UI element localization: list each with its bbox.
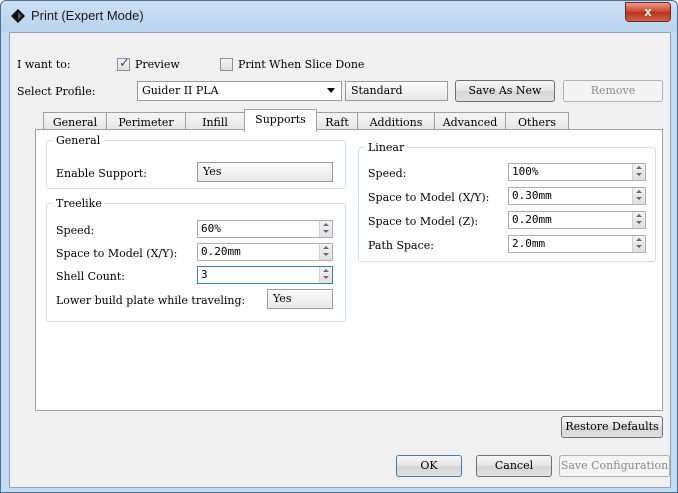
dialog-body: I want to: Preview Print When Slice Done… (9, 32, 671, 488)
linear-speed-input[interactable]: 100% (508, 163, 646, 181)
linear-space-xy-input[interactable]: 0.30mm (508, 187, 646, 205)
spin-arrows-icon[interactable] (632, 236, 645, 252)
treelike-speed-label: Speed: (56, 224, 95, 237)
linear-space-z-value: 0.20mm (512, 213, 552, 226)
tab-supports[interactable]: Supports (244, 109, 317, 132)
want-label: I want to: (17, 58, 71, 71)
print-when-done-label: Print When Slice Done (238, 58, 365, 71)
profile-select[interactable]: Guider II PLA (137, 81, 342, 101)
cancel-button[interactable]: Cancel (476, 455, 552, 477)
supports-tab-panel: General Enable Support: Yes Treelike Spe… (35, 129, 663, 411)
treelike-space-xy-value: 0.20mm (201, 245, 241, 258)
chevron-down-icon (327, 88, 335, 93)
linear-speed-value: 100% (512, 165, 539, 178)
path-space-input[interactable]: 2.0mm (508, 235, 646, 253)
select-profile-label: Select Profile: (17, 85, 96, 98)
enable-support-value: Yes (203, 165, 222, 178)
treelike-space-xy-input[interactable]: 0.20mm (197, 243, 333, 261)
enable-support-select[interactable]: Yes (197, 162, 333, 182)
shell-count-input[interactable]: 3 (197, 266, 333, 284)
linear-space-xy-value: 0.30mm (512, 189, 552, 202)
window-title: Print (Expert Mode) (31, 8, 144, 23)
treelike-speed-input[interactable]: 60% (197, 220, 333, 238)
treelike-space-xy-label: Space to Model (X/Y): (56, 247, 178, 260)
lower-plate-select[interactable]: Yes (267, 289, 333, 309)
app-diamond-icon (11, 9, 25, 23)
ok-button[interactable]: OK (396, 455, 462, 477)
spin-arrows-icon[interactable] (319, 221, 332, 237)
linear-speed-label: Speed: (368, 167, 407, 180)
save-as-new-button[interactable]: Save As New (455, 80, 555, 102)
enable-support-label: Enable Support: (56, 167, 147, 180)
general-group-title: General (53, 134, 104, 147)
shell-count-value: 3 (201, 268, 208, 281)
preview-checkbox[interactable] (117, 56, 130, 71)
spin-arrows-icon[interactable] (632, 212, 645, 228)
title-bar[interactable]: Print (Expert Mode) x (1, 1, 677, 32)
print-dialog-window: Print (Expert Mode) x I want to: Preview… (0, 0, 678, 493)
remove-button[interactable]: Remove (563, 80, 663, 102)
spin-arrows-icon[interactable] (319, 267, 332, 283)
lower-plate-label: Lower build plate while traveling: (56, 294, 246, 307)
profile-select-value: Guider II PLA (142, 84, 219, 97)
path-space-value: 2.0mm (512, 237, 546, 250)
lower-plate-value: Yes (273, 292, 292, 305)
preview-label: Preview (135, 58, 180, 71)
treelike-speed-value: 60% (201, 222, 221, 235)
linear-space-xy-label: Space to Model (X/Y): (368, 191, 490, 204)
linear-space-z-label: Space to Model (Z): (368, 215, 479, 228)
spin-arrows-icon[interactable] (632, 188, 645, 204)
spin-arrows-icon[interactable] (632, 164, 645, 180)
quality-select-value: Standard (351, 84, 403, 97)
quality-select[interactable]: Standard (345, 81, 448, 101)
linear-group-title: Linear (365, 141, 408, 154)
save-configuration-button[interactable]: Save Configuration (559, 455, 670, 477)
linear-space-z-input[interactable]: 0.20mm (508, 211, 646, 229)
spin-arrows-icon[interactable] (319, 244, 332, 260)
restore-defaults-button[interactable]: Restore Defaults (561, 416, 663, 438)
close-button[interactable]: x (625, 2, 671, 22)
print-when-done-checkbox[interactable] (220, 58, 233, 71)
shell-count-label: Shell Count: (56, 270, 125, 283)
path-space-label: Path Space: (368, 239, 434, 252)
treelike-group-title: Treelike (53, 197, 105, 210)
